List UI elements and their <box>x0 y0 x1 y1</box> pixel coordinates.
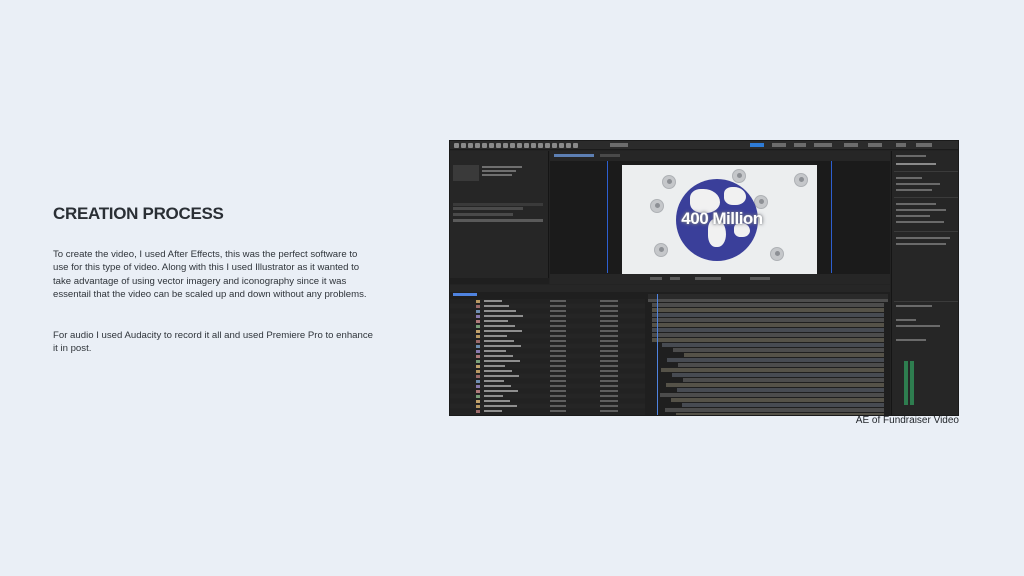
section-heading: CREATION PROCESS <box>53 204 224 223</box>
layer-row <box>450 389 645 393</box>
layer-row <box>450 409 645 413</box>
layer-row <box>450 349 645 353</box>
layer-clip <box>652 338 884 342</box>
layer-clip <box>667 358 884 362</box>
layer-clip <box>652 323 884 327</box>
layer-clip <box>682 403 884 407</box>
layer-clip <box>652 303 884 307</box>
layer-row <box>450 299 645 303</box>
layer-list <box>450 299 645 415</box>
layer-row <box>450 359 645 363</box>
layer-row <box>450 374 645 378</box>
layer-row <box>450 404 645 408</box>
layer-row <box>450 384 645 388</box>
layer-row <box>450 319 645 323</box>
layer-row <box>450 394 645 398</box>
layer-row <box>450 399 645 403</box>
layer-row <box>450 329 645 333</box>
layer-row <box>450 334 645 338</box>
layer-row <box>450 344 645 348</box>
layer-clip <box>678 363 884 367</box>
layer-row <box>450 354 645 358</box>
creation-paragraph: To create the video, I used After Effect… <box>53 249 367 301</box>
layer-clip <box>652 313 884 317</box>
project-panel <box>450 151 549 284</box>
audio-paragraph: For audio I used Audacity to record it a… <box>53 330 373 355</box>
layer-row <box>450 314 645 318</box>
layer-clip <box>677 388 884 392</box>
layer-row <box>450 364 645 368</box>
timeline-tracks <box>648 303 888 415</box>
layer-row <box>450 304 645 308</box>
layer-clip <box>672 373 884 377</box>
timeline-panel <box>450 285 890 415</box>
layer-row <box>450 379 645 383</box>
layer-clip <box>673 348 884 352</box>
layer-clip <box>652 328 884 332</box>
composition-headline: 400 Million <box>681 209 763 228</box>
after-effects-screenshot: 400 Million <box>449 140 959 416</box>
layer-row <box>450 369 645 373</box>
layer-clip <box>661 368 884 372</box>
layer-clip <box>652 318 884 322</box>
ae-toolbar <box>450 141 958 150</box>
playhead <box>657 294 658 415</box>
layer-row <box>450 309 645 313</box>
layer-clip <box>652 308 884 312</box>
layer-row <box>450 324 645 328</box>
properties-panel <box>891 151 958 415</box>
layer-clip <box>652 333 884 337</box>
layer-clip <box>666 383 884 387</box>
layer-clip <box>676 413 884 415</box>
layer-clip <box>671 398 884 402</box>
screenshot-caption: AE of Fundraiser Video <box>855 415 959 426</box>
layer-clip <box>665 408 884 412</box>
layer-clip <box>683 378 884 382</box>
composition-frame: 400 Million <box>622 165 817 275</box>
layer-row <box>450 339 645 343</box>
layer-clip <box>684 353 884 357</box>
composition-panel: 400 Million <box>550 151 890 284</box>
layer-clip <box>662 343 884 347</box>
layer-clip <box>660 393 884 397</box>
